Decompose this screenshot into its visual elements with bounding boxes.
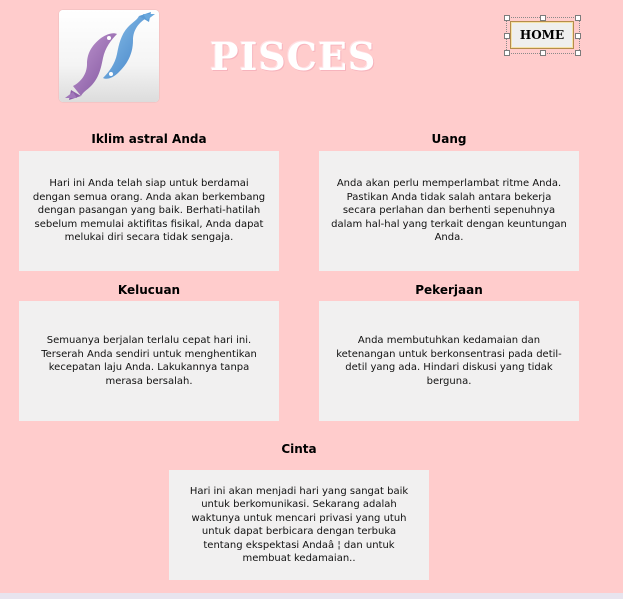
pisces-fish-icon	[59, 10, 159, 102]
pisces-logo	[59, 10, 159, 102]
section-text-uang: Anda akan perlu memperlambat ritme Anda.…	[331, 178, 567, 244]
section-panel-pekerjaan: Anda membutuhkan kedamaian dan ketenanga…	[319, 301, 579, 421]
home-button[interactable]: HOME	[510, 21, 574, 49]
resize-handle[interactable]	[540, 50, 546, 56]
resize-handle[interactable]	[575, 15, 581, 21]
section-heading-cinta: Cinta	[281, 442, 317, 456]
section-heading-kelucuan: Kelucuan	[117, 283, 181, 297]
resize-handle[interactable]	[575, 33, 581, 39]
window-bottom-edge	[0, 593, 623, 599]
section-panel-uang: Anda akan perlu memperlambat ritme Anda.…	[319, 151, 579, 271]
resize-handle[interactable]	[575, 50, 581, 56]
section-heading-uang: Uang	[431, 132, 467, 146]
section-heading-pekerjaan: Pekerjaan	[415, 283, 483, 297]
section-heading-iklim: Iklim astral Anda	[91, 132, 207, 146]
page-title: PISCES	[210, 34, 377, 79]
resize-handle[interactable]	[504, 50, 510, 56]
section-panel-iklim: Hari ini Anda telah siap untuk berdamai …	[19, 151, 279, 271]
home-button-selection: HOME	[504, 15, 581, 56]
section-panel-cinta: Hari ini akan menjadi hari yang sangat b…	[169, 470, 429, 580]
section-text-cinta: Hari ini akan menjadi hari yang sangat b…	[189, 485, 409, 565]
section-panel-kelucuan: Semuanya berjalan terlalu cepat hari ini…	[19, 301, 279, 421]
section-text-kelucuan: Semuanya berjalan terlalu cepat hari ini…	[41, 335, 257, 387]
section-text-iklim: Hari ini Anda telah siap untuk berdamai …	[32, 178, 266, 244]
section-text-pekerjaan: Anda membutuhkan kedamaian dan ketenanga…	[336, 335, 562, 387]
